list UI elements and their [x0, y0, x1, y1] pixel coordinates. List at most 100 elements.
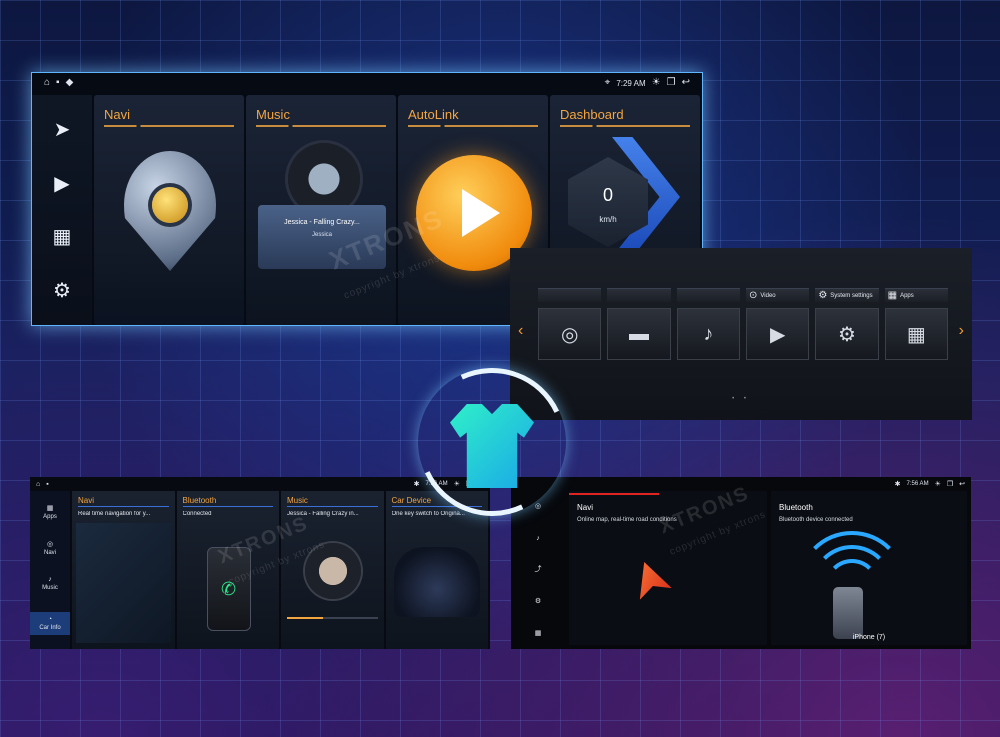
divider — [560, 125, 690, 127]
sidebar: ▦ Apps ◎ Navi ♪ Music ◔ Car Info — [30, 491, 70, 649]
tile-subtitle: Real time navigation for y... — [78, 511, 151, 517]
brightness-icon[interactable]: ☀ — [652, 78, 661, 88]
road-graphic — [94, 265, 244, 325]
tile-title: Dashboard — [560, 107, 624, 122]
settings-icon[interactable]: ⚙ — [535, 598, 541, 605]
tile-navi[interactable]: Navi — [94, 95, 244, 325]
speed-value: 0 — [602, 185, 613, 205]
music-icon: ♪ — [48, 576, 52, 584]
sidebar-item-label: Apps — [43, 514, 57, 521]
chip-unknown-3[interactable] — [676, 288, 740, 302]
navigation-arrow-icon — [628, 556, 672, 600]
home-icon[interactable]: ⌂ — [36, 481, 40, 488]
back-icon[interactable]: ↩ — [959, 481, 965, 488]
video-app-icon[interactable]: ▶ — [745, 308, 810, 360]
tile-navi[interactable]: Navi Real time navigation for y... — [72, 491, 175, 649]
panel-title: Navi — [577, 503, 594, 512]
divider — [408, 125, 538, 127]
speed-unit: km/h — [599, 215, 617, 224]
divider — [182, 506, 273, 507]
panel-bluetooth[interactable]: Bluetooth Bluetooth device connected iPh… — [771, 491, 967, 645]
divider — [256, 125, 386, 127]
apps-icon: ▦ — [887, 289, 898, 301]
notification-icon: ▪ — [56, 77, 60, 88]
sidebar: ➤ ▶ ▦ ⚙ — [32, 95, 92, 325]
chip-system-settings[interactable]: ⚙ System settings — [815, 288, 879, 302]
brightness-icon[interactable]: ☀ — [935, 481, 941, 488]
navigation-app-icon[interactable]: ◎ — [538, 308, 602, 360]
tile-title: Bluetooth — [182, 496, 217, 505]
sidebar-item-car-info[interactable]: ◔ Car Info — [30, 611, 70, 635]
sidebar: ◎ ♪ ⤴ ⚙ ▦ — [511, 491, 565, 649]
mirror-icon[interactable]: ⤴ — [535, 566, 542, 573]
car-app-icon[interactable]: ▬ — [607, 308, 671, 360]
map-preview — [76, 523, 171, 643]
song-title: Jessica - Falling Crazy... — [284, 219, 360, 226]
tile-title: Music — [287, 496, 308, 505]
gauge-icon: ◔ — [47, 615, 53, 623]
chevron-left-icon[interactable]: ‹ — [518, 322, 523, 340]
chip-label: System settings — [830, 292, 873, 299]
apps-icon: ▦ — [46, 505, 54, 513]
location-icon: ⌖ — [604, 77, 611, 88]
android-icon: ◆ — [65, 77, 74, 88]
music-icon[interactable]: ♪ — [536, 535, 540, 542]
apps-icon[interactable]: ▦ — [535, 630, 542, 637]
divider — [287, 506, 378, 507]
compass-icon: ◎ — [46, 540, 54, 548]
device-name: iPhone (7) — [852, 634, 886, 641]
panel-title: Bluetooth — [779, 503, 813, 512]
play-icon[interactable]: ▶ — [54, 171, 69, 196]
chevron-right-icon[interactable]: › — [959, 322, 964, 340]
app-icon-row: ◎ ▬ ♪ ▶ ⚙ ▦ — [538, 308, 948, 360]
chip-apps[interactable]: ▦ Apps — [884, 288, 948, 302]
pin-center — [152, 187, 188, 223]
settings-icon[interactable]: ⚙ — [53, 278, 71, 303]
chip-unknown-2[interactable] — [607, 288, 671, 302]
progress-fill — [287, 617, 324, 619]
head-unit-screen-dark: ✱ 7:56 AM ☀ ❐ ↩ ◎ ♪ ⤴ ⚙ ▦ Navi Online ma… — [511, 477, 971, 649]
tile-car-device[interactable]: Car Device One key switch to Origina... — [385, 491, 488, 649]
recent-apps-icon[interactable]: ❐ — [667, 78, 676, 88]
settings-app-icon[interactable]: ⚙ — [815, 308, 879, 360]
home-icon[interactable]: ⌂ — [44, 78, 50, 88]
sidebar-item-label: Music — [42, 585, 58, 592]
apps-app-icon[interactable]: ▦ — [884, 308, 948, 360]
sidebar-item-navi[interactable]: ◎ Navi — [30, 541, 70, 556]
playback-progress[interactable] — [287, 617, 378, 619]
signal-icon — [797, 531, 907, 591]
head-unit-screen-classic: ⊙ Video ⚙ System settings ▦ Apps ‹ ◎ ▬ ♪ ▶ … — [510, 248, 972, 420]
chip-video[interactable]: ⊙ Video — [745, 288, 810, 302]
phone-icon — [833, 587, 863, 639]
tshirt-shape — [450, 404, 534, 488]
chip-unknown[interactable] — [538, 288, 602, 302]
notification-icon: ▪ — [46, 480, 49, 488]
theme-switch-badge — [397, 347, 587, 537]
clock: 7:29 AM — [616, 78, 646, 88]
sidebar-item-music[interactable]: ♪ Music — [30, 576, 70, 591]
divider — [104, 125, 234, 127]
chip-label: Apps — [900, 292, 914, 299]
car-image — [393, 547, 480, 617]
tile-title: Music — [256, 107, 290, 122]
bluetooth-icon: ✱ — [894, 480, 901, 488]
divider — [78, 506, 169, 507]
tile-title: Navi — [78, 496, 95, 505]
chip-label: Video — [760, 292, 776, 299]
app-chip-row: ⊙ Video ⚙ System settings ▦ Apps — [538, 288, 948, 302]
active-indicator — [569, 493, 659, 495]
clock: 7:56 AM — [906, 481, 929, 487]
tile-title: AutoLink — [408, 107, 459, 122]
tile-title: Navi — [104, 107, 131, 122]
panel-subtitle: Bluetooth device connected — [779, 517, 853, 523]
page-indicator: • • — [732, 396, 750, 402]
video-icon: ⊙ — [748, 289, 758, 301]
sidebar-item-apps[interactable]: ▦ Apps — [30, 505, 70, 520]
back-icon[interactable]: ↩ — [682, 78, 690, 88]
navigation-icon[interactable]: ➤ — [54, 117, 71, 142]
sidebar-item-label: Navi — [43, 549, 56, 556]
recent-apps-icon[interactable]: ❐ — [947, 481, 953, 488]
apps-icon[interactable]: ▦ — [53, 224, 72, 249]
tshirt-icon — [442, 396, 542, 496]
music-app-icon[interactable]: ♪ — [676, 308, 740, 360]
